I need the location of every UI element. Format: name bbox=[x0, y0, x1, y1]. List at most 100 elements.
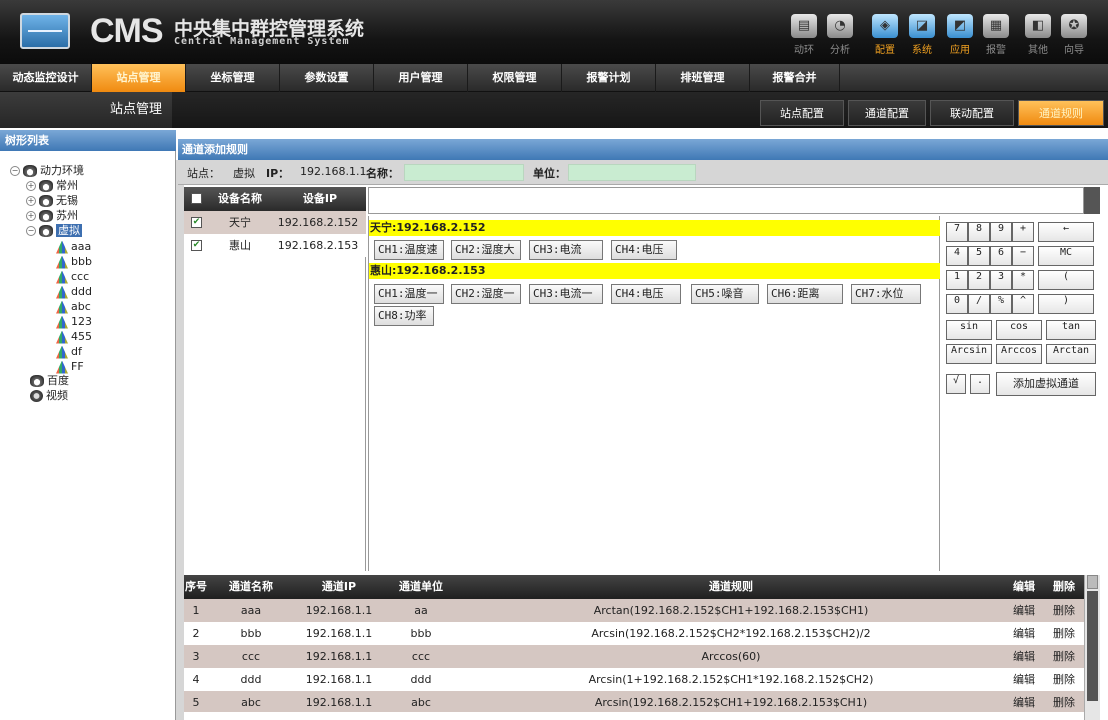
edit-link[interactable]: 编辑 bbox=[1004, 645, 1044, 668]
nav-tab[interactable]: 报警计划 bbox=[562, 64, 656, 92]
calc-key[interactable]: + bbox=[1012, 222, 1034, 242]
config-button[interactable]: ◈ 配置 bbox=[867, 14, 903, 58]
edit-link[interactable]: 编辑 bbox=[1004, 622, 1044, 645]
channel-button[interactable]: CH3:电流 bbox=[529, 240, 603, 260]
analysis-button[interactable]: ◔ 分析 bbox=[822, 14, 858, 58]
tree-city[interactable]: + 无锡 bbox=[26, 193, 78, 208]
calc-key[interactable]: * bbox=[1012, 270, 1034, 290]
channel-button[interactable]: CH3:电流一 bbox=[529, 284, 603, 304]
calc-key[interactable]: 4 bbox=[946, 246, 968, 266]
delete-link[interactable]: 删除 bbox=[1044, 622, 1084, 645]
channel-button[interactable]: CH4:电压 bbox=[611, 240, 677, 260]
system-button[interactable]: ◪ 系统 bbox=[904, 14, 940, 58]
scroll-thumb[interactable] bbox=[1087, 591, 1098, 701]
alarm-button[interactable]: ▦ 报警 bbox=[978, 14, 1014, 58]
tree-device[interactable]: bbb bbox=[56, 254, 92, 269]
rule-row[interactable]: 4 ddd 192.168.1.1 ddd Arcsin(1+192.168.2.152… bbox=[184, 668, 1084, 691]
calc-key[interactable]: 1 bbox=[946, 270, 968, 290]
channel-button[interactable]: CH8:功率 bbox=[374, 306, 434, 326]
calc-key[interactable]: 9 bbox=[990, 222, 1012, 242]
expand-icon[interactable]: + bbox=[26, 211, 36, 221]
add-virtual-channel-button[interactable]: 添加虚拟通道 bbox=[996, 372, 1096, 396]
calc-key[interactable]: 7 bbox=[946, 222, 968, 242]
collapse-icon[interactable]: − bbox=[10, 166, 20, 176]
edit-link[interactable]: 编辑 bbox=[1004, 691, 1044, 712]
channel-button[interactable]: CH5:噪音 bbox=[691, 284, 759, 304]
tree-video[interactable]: 视频 bbox=[30, 388, 68, 403]
delete-link[interactable]: 删除 bbox=[1044, 599, 1084, 622]
tree-device[interactable]: ddd bbox=[56, 284, 92, 299]
calc-key[interactable]: − bbox=[1012, 246, 1034, 266]
apps-button[interactable]: ◩ 应用 bbox=[942, 14, 978, 58]
nav-tab[interactable]: 排班管理 bbox=[656, 64, 750, 92]
calc-key[interactable]: 8 bbox=[968, 222, 990, 242]
expand-icon[interactable]: + bbox=[26, 181, 36, 191]
collapse-icon[interactable]: − bbox=[26, 226, 36, 236]
tree-device[interactable]: 455 bbox=[56, 329, 92, 344]
calc-key[interactable]: MC bbox=[1038, 246, 1094, 266]
calc-function-key[interactable]: Arctan bbox=[1046, 344, 1096, 364]
formula-scrollbar[interactable] bbox=[1084, 187, 1100, 214]
dot-key[interactable]: . bbox=[970, 374, 990, 394]
channel-button[interactable]: CH1:温度速 bbox=[374, 240, 444, 260]
calc-key[interactable]: 2 bbox=[968, 270, 990, 290]
calc-function-key[interactable]: cos bbox=[996, 320, 1042, 340]
calc-key[interactable]: ( bbox=[1038, 270, 1094, 290]
tree-city[interactable]: + 苏州 bbox=[26, 208, 78, 223]
tree-device[interactable]: ccc bbox=[56, 269, 89, 284]
channel-button[interactable]: CH1:温度一 bbox=[374, 284, 444, 304]
nav-tab[interactable]: 用户管理 bbox=[374, 64, 468, 92]
calc-function-key[interactable]: sin bbox=[946, 320, 992, 340]
subtab[interactable]: 站点配置 bbox=[760, 100, 844, 126]
channel-button[interactable]: CH2:湿度一 bbox=[451, 284, 521, 304]
formula-input[interactable] bbox=[368, 187, 1084, 214]
device-checkbox[interactable]: ✔ bbox=[191, 240, 202, 251]
rule-row[interactable]: 3 ccc 192.168.1.1 ccc Arccos(60) 编辑 删除 bbox=[184, 645, 1084, 668]
edit-link[interactable]: 编辑 bbox=[1004, 599, 1044, 622]
tree-device[interactable]: aaa bbox=[56, 239, 91, 254]
nav-tab[interactable]: 动态监控设计 bbox=[0, 64, 92, 92]
device-row[interactable]: ✔ 天宁 192.168.2.152 bbox=[184, 211, 366, 234]
calc-key[interactable]: 5 bbox=[968, 246, 990, 266]
calc-key[interactable]: ) bbox=[1038, 294, 1094, 314]
channel-button[interactable]: CH7:水位 bbox=[851, 284, 921, 304]
delete-link[interactable]: 删除 bbox=[1044, 668, 1084, 691]
tree-site[interactable]: 百度 bbox=[30, 373, 69, 388]
subtab[interactable]: 通道配置 bbox=[848, 100, 926, 126]
calc-key[interactable]: 3 bbox=[990, 270, 1012, 290]
tree-device[interactable]: FF bbox=[56, 359, 84, 374]
device-row[interactable]: ✔ 惠山 192.168.2.153 bbox=[184, 234, 366, 257]
other-button[interactable]: ◧ 其他 bbox=[1020, 14, 1056, 58]
calc-key[interactable]: % bbox=[990, 294, 1012, 314]
subtab[interactable]: 通道规则 bbox=[1018, 100, 1104, 126]
tree-device[interactable]: df bbox=[56, 344, 82, 359]
channel-button[interactable]: CH4:电压 bbox=[611, 284, 681, 304]
channel-button[interactable]: CH2:湿度大 bbox=[451, 240, 521, 260]
calc-function-key[interactable]: Arccos bbox=[996, 344, 1042, 364]
rule-row[interactable]: 1 aaa 192.168.1.1 aa Arctan(192.168.2.152$CH… bbox=[184, 599, 1084, 622]
scroll-up-icon[interactable] bbox=[1087, 575, 1098, 589]
expand-icon[interactable]: + bbox=[26, 196, 36, 206]
rule-row[interactable]: 5 abc 192.168.1.1 abc Arcsin(192.168.2.152$C… bbox=[184, 691, 1084, 712]
nav-tab[interactable]: 报警合并 bbox=[750, 64, 840, 92]
calc-key[interactable]: ← bbox=[1038, 222, 1094, 242]
rule-row[interactable]: 2 bbb 192.168.1.1 bbb Arcsin(192.168.2.152$C… bbox=[184, 622, 1084, 645]
delete-link[interactable]: 删除 bbox=[1044, 691, 1084, 712]
edit-link[interactable]: 编辑 bbox=[1004, 668, 1044, 691]
calc-key[interactable]: 6 bbox=[990, 246, 1012, 266]
channel-button[interactable]: CH6:距离 bbox=[767, 284, 843, 304]
calc-key[interactable]: / bbox=[968, 294, 990, 314]
name-field[interactable] bbox=[404, 164, 524, 181]
calc-function-key[interactable]: tan bbox=[1046, 320, 1096, 340]
calc-function-key[interactable]: Arcsin bbox=[946, 344, 992, 364]
subtab[interactable]: 联动配置 bbox=[930, 100, 1014, 126]
nav-tab[interactable]: 站点管理 bbox=[92, 64, 186, 92]
device-checkbox[interactable]: ✔ bbox=[191, 217, 202, 228]
sqrt-key[interactable]: √ bbox=[946, 374, 966, 394]
select-all-checkbox[interactable] bbox=[191, 193, 202, 204]
tree-city[interactable]: + 常州 bbox=[26, 178, 78, 193]
tree-device[interactable]: abc bbox=[56, 299, 91, 314]
rule-table-scrollbar[interactable] bbox=[1084, 575, 1100, 720]
nav-tab[interactable]: 权限管理 bbox=[468, 64, 562, 92]
nav-tab[interactable]: 参数设置 bbox=[280, 64, 374, 92]
